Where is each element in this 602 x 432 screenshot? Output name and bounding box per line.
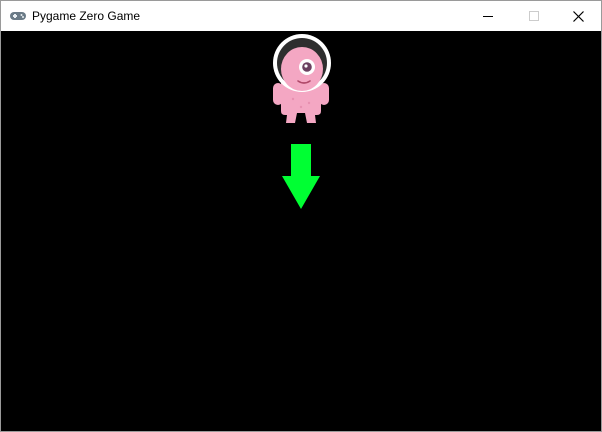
maximize-button[interactable] [511, 1, 557, 31]
minimize-icon [483, 16, 493, 17]
window-title: Pygame Zero Game [32, 9, 141, 23]
gamepad-icon [10, 12, 26, 20]
game-window: Pygame Zero Game [0, 0, 602, 432]
alien-astronaut-icon [273, 34, 331, 123]
maximize-icon [529, 11, 539, 21]
title-bar[interactable]: Pygame Zero Game [1, 1, 601, 31]
close-button[interactable] [555, 1, 601, 31]
minimize-button[interactable] [465, 1, 511, 31]
close-icon [572, 10, 584, 22]
game-canvas[interactable] [1, 31, 601, 431]
arrow-down-icon [282, 144, 320, 209]
